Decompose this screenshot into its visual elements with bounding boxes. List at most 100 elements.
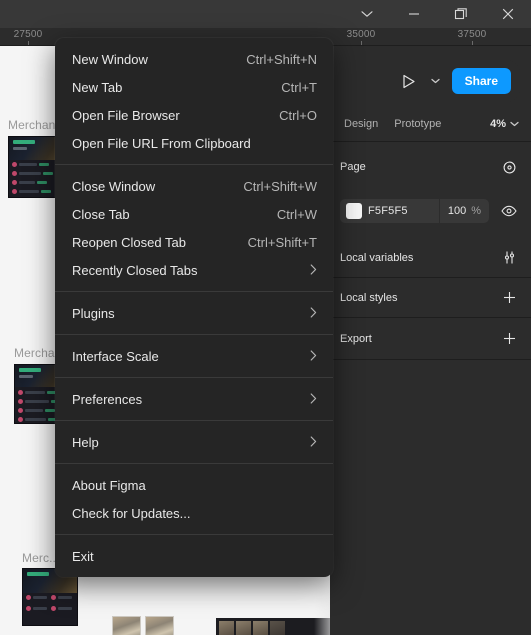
sliders-icon[interactable] (499, 248, 519, 268)
image-card-thumbnail[interactable] (112, 616, 141, 635)
menu-item-preferences[interactable]: Preferences (55, 385, 333, 413)
thumb-row (26, 606, 49, 612)
section-export: Export (330, 318, 531, 360)
fill-opacity-unit: % (471, 205, 481, 217)
menu-item-new-window[interactable]: New Window Ctrl+Shift+N (55, 45, 333, 73)
menu-item-shortcut: Ctrl+Shift+T (247, 234, 317, 250)
section-local-styles: Local styles (330, 278, 531, 318)
menu-item-plugins[interactable]: Plugins (55, 299, 333, 327)
menu-item-label: Preferences (72, 391, 143, 407)
maximize-icon[interactable] (437, 0, 484, 28)
section-page-title: Page (340, 161, 366, 173)
menu-item-label: Plugins (72, 305, 115, 321)
zoom-level[interactable]: 4% (490, 118, 510, 130)
color-swatch[interactable] (346, 203, 362, 219)
share-button[interactable]: Share (451, 68, 511, 94)
page-fill-row: F5F5F5 100 % (330, 192, 531, 230)
menu-item-label: Open File URL From Clipboard (72, 135, 251, 151)
card-thumb (270, 621, 285, 635)
panel-tabs: Design Prototype 4% (330, 106, 531, 142)
plus-icon[interactable] (499, 329, 519, 349)
minimize-icon[interactable] (390, 0, 437, 28)
menu-item-label: Interface Scale (72, 348, 159, 364)
main-menu[interactable]: New Window Ctrl+Shift+N New Tab Ctrl+T Open … (55, 38, 333, 577)
menu-item-reopen-closed-tab[interactable]: Reopen Closed Tab Ctrl+Shift+T (55, 228, 333, 256)
card-image (146, 617, 173, 635)
menu-item-check-for-updates[interactable]: Check for Updates... (55, 499, 333, 527)
image-card-thumbnail[interactable] (145, 616, 174, 635)
menu-item-recently-closed-tabs[interactable]: Recently Closed Tabs (55, 256, 333, 284)
tab-prototype[interactable]: Prototype (386, 114, 449, 134)
ruler-tick (472, 41, 473, 45)
eye-icon[interactable] (499, 201, 519, 221)
fill-opacity-value: 100 (447, 205, 467, 217)
window-titlebar[interactable] (0, 0, 531, 28)
frame-label[interactable]: Merchant (8, 118, 59, 132)
section-local-variables-actions (499, 248, 519, 268)
chevron-right-icon (310, 306, 317, 320)
present-options-caret-icon[interactable] (429, 70, 443, 92)
menu-item-label: New Window (72, 51, 148, 67)
target-icon[interactable] (499, 157, 519, 177)
thumb-accent-chip (13, 140, 35, 144)
menu-item-shortcut: Ctrl+O (279, 107, 317, 123)
card-thumb (219, 621, 234, 635)
card-thumb (236, 621, 251, 635)
chevron-right-icon (310, 435, 317, 449)
thumb-accent-chip (27, 572, 49, 576)
menu-item-label: Close Window (72, 178, 156, 194)
thumb-accent-chip (19, 368, 41, 372)
section-export-actions (499, 329, 519, 349)
menu-item-close-window[interactable]: Close Window Ctrl+Shift+W (55, 172, 333, 200)
ruler-tick-label: 35000 (346, 29, 376, 40)
section-page: Page (330, 142, 531, 192)
menu-item-label: Exit (72, 548, 94, 564)
thumb-rows (23, 593, 77, 617)
chevron-right-icon (310, 263, 317, 277)
menu-item-label: Close Tab (72, 206, 130, 222)
chevron-right-icon (310, 392, 317, 406)
section-local-styles-title: Local styles (340, 291, 398, 304)
zoom-caret-icon[interactable] (510, 121, 531, 127)
menu-item-shortcut: Ctrl+W (276, 206, 317, 222)
present-icon[interactable] (398, 70, 420, 92)
card-thumb (253, 621, 268, 635)
menu-separator (55, 420, 333, 421)
product-detail-card[interactable] (216, 618, 334, 635)
ruler-tick (361, 41, 362, 45)
thumb-row (51, 595, 74, 601)
menu-item-label: Open File Browser (72, 107, 180, 123)
menu-item-interface-scale[interactable]: Interface Scale (55, 342, 333, 370)
thumb-accent-chip-secondary (13, 147, 27, 150)
menu-item-shortcut: Ctrl+Shift+N (246, 51, 317, 67)
menu-item-new-tab[interactable]: New Tab Ctrl+T (55, 73, 333, 101)
fill-hex-value[interactable]: F5F5F5 (368, 205, 439, 217)
menu-item-about-figma[interactable]: About Figma (55, 471, 333, 499)
chevron-down-icon[interactable] (343, 0, 390, 28)
thumb-row (26, 595, 49, 601)
thumb-accent-chip-secondary (19, 375, 33, 378)
menu-item-open-file-url-from-clipboard[interactable]: Open File URL From Clipboard (55, 129, 333, 157)
chevron-right-icon (310, 349, 317, 363)
menu-item-label: Recently Closed Tabs (72, 262, 198, 278)
section-page-actions (499, 157, 519, 177)
menu-item-help[interactable]: Help (55, 428, 333, 456)
menu-item-label: About Figma (72, 477, 146, 493)
frame-label[interactable]: Mercha (14, 346, 55, 360)
menu-separator (55, 164, 333, 165)
menu-separator (55, 463, 333, 464)
close-icon[interactable] (484, 0, 531, 28)
menu-item-close-tab[interactable]: Close Tab Ctrl+W (55, 200, 333, 228)
frame-label[interactable]: Merc... (22, 551, 59, 565)
menu-item-open-file-browser[interactable]: Open File Browser Ctrl+O (55, 101, 333, 129)
fill-color-field[interactable]: F5F5F5 100 % (340, 199, 489, 223)
menu-item-shortcut: Ctrl+T (281, 79, 317, 95)
menu-item-label: Help (72, 434, 99, 450)
menu-item-exit[interactable]: Exit (55, 542, 333, 570)
menu-item-label: Reopen Closed Tab (72, 234, 186, 250)
fill-opacity-field[interactable]: 100 % (438, 199, 489, 223)
plus-icon[interactable] (499, 288, 519, 308)
ruler-tick (28, 41, 29, 45)
menu-separator (55, 334, 333, 335)
tab-design[interactable]: Design (336, 114, 386, 134)
